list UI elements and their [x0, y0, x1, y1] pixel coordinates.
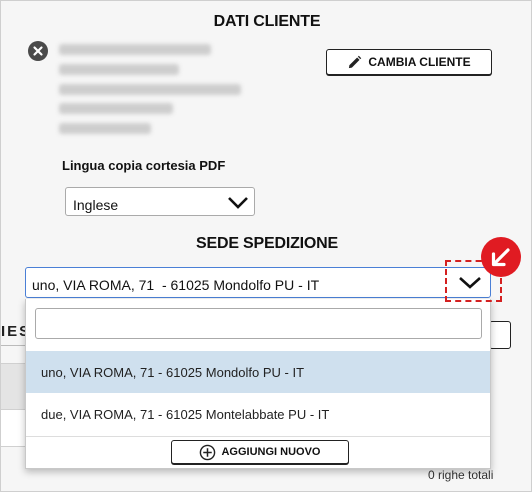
language-label: Lingua copia cortesia PDF: [62, 158, 226, 173]
divider: [26, 436, 490, 437]
language-selected-value: Inglese: [73, 197, 119, 213]
add-new-address-button[interactable]: AGGIUNGI NUOVO: [171, 440, 349, 464]
plus-circle-icon: [200, 444, 216, 460]
dropdown-option-label: uno, VIA ROMA, 71 - 61025 Mondolfo PU - …: [41, 365, 305, 380]
blurred-line: [59, 44, 211, 55]
blurred-line: [59, 84, 241, 95]
pencil-icon: [349, 55, 362, 68]
blurred-line: [59, 64, 179, 75]
arrow-down-left-icon: [491, 248, 510, 267]
chevron-down-icon: [228, 197, 248, 209]
remove-client-icon[interactable]: [28, 41, 48, 61]
dropdown-option[interactable]: uno, VIA ROMA, 71 - 61025 Mondolfo PU - …: [26, 351, 490, 393]
blurred-line: [59, 123, 151, 134]
dropdown-search-input[interactable]: [35, 308, 482, 339]
blurred-line: [59, 103, 173, 114]
language-select[interactable]: Inglese: [65, 187, 255, 216]
row-count: 0 righe totali: [428, 468, 494, 482]
annotation-badge: [481, 237, 521, 277]
section-title-sede-spedizione: SEDE SPEDIZIONE: [196, 235, 338, 252]
dialog-panel: DATI CLIENTE CAMBIA CLIENTE Lingua copia…: [0, 0, 532, 492]
shipping-address-select[interactable]: uno, VIA ROMA, 71 - 61025 Mondolfo PU - …: [25, 267, 491, 298]
dropdown-option-label: due, VIA ROMA, 71 - 61025 Montelabbate P…: [41, 407, 330, 422]
add-new-label: AGGIUNGI NUOVO: [221, 446, 321, 458]
dropdown-option[interactable]: due, VIA ROMA, 71 - 61025 Montelabbate P…: [26, 393, 490, 435]
background-button[interactable]: [489, 321, 511, 349]
section-title-dati-cliente: DATI CLIENTE: [213, 13, 321, 30]
shipping-dropdown-panel: uno, VIA ROMA, 71 - 61025 Mondolfo PU - …: [25, 299, 491, 469]
shipping-selected-value: uno, VIA ROMA, 71 - 61025 Mondolfo PU - …: [32, 277, 320, 293]
close-icon: [33, 46, 43, 56]
change-client-button[interactable]: CAMBIA CLIENTE: [326, 49, 492, 75]
change-client-label: CAMBIA CLIENTE: [368, 55, 471, 69]
